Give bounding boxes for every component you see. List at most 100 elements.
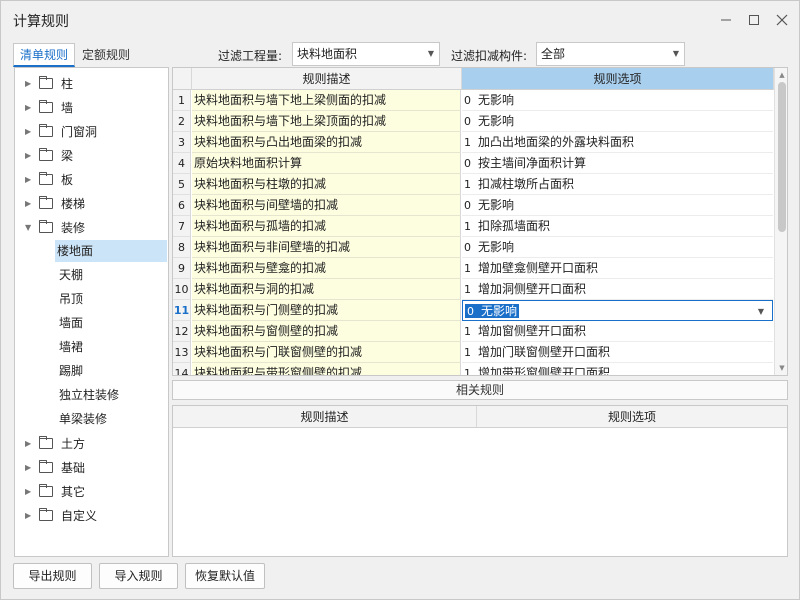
rule-option-cell[interactable]: 1 扣减柱墩所占面积 <box>462 174 773 195</box>
related-header-rule-desc[interactable]: 规则描述 <box>173 406 477 428</box>
rule-description-cell: 块料地面积与洞的扣减 <box>192 279 461 300</box>
rule-option-text: 增加门联窗侧壁开口面积 <box>478 345 611 359</box>
related-rules-grid: 规则描述 规则选项 <box>172 405 788 557</box>
tree-item-floor[interactable]: 楼地面 <box>55 240 167 262</box>
tree-item-suspended-ceiling[interactable]: 吊顶 <box>57 288 83 310</box>
tree-folder-stair[interactable]: ▶ 楼梯 <box>15 192 85 214</box>
column-header-rule-option[interactable]: 规则选项 <box>462 68 774 90</box>
tree-item-column-finish[interactable]: 独立柱装修 <box>57 384 119 406</box>
tree-item-skirting[interactable]: 踢脚 <box>57 360 83 382</box>
rule-option-value: 0 无影响 <box>465 304 520 318</box>
tree-item-wall-surface[interactable]: 墙面 <box>57 312 83 334</box>
tree-folder-label: 装修 <box>61 220 86 235</box>
maximize-icon[interactable] <box>743 9 765 31</box>
rule-description-cell: 块料地面积与壁龛的扣减 <box>192 258 461 279</box>
rule-option-code: 0 <box>464 157 471 170</box>
rule-description-cell: 块料地面积与非间壁墙的扣减 <box>192 237 461 258</box>
rule-option-cell[interactable]: 0 按主墙间净面积计算 <box>462 153 773 174</box>
rule-option-text: 增加窗侧壁开口面积 <box>478 324 587 338</box>
collapse-arrow-icon[interactable]: ▼ <box>25 223 35 232</box>
rule-description-cell: 块料地面积与墙下地上梁顶面的扣减 <box>192 111 461 132</box>
column-header-rule-desc[interactable]: 规则描述 <box>192 68 462 90</box>
tree-folder-other[interactable]: ▶ 其它 <box>15 480 85 502</box>
rule-option-cell[interactable]: 1 增加窗侧壁开口面积 <box>462 321 773 342</box>
expand-arrow-icon[interactable]: ▶ <box>25 151 35 160</box>
rules-grid: 规则描述 规则选项 1 块料地面积与墙下地上梁侧面的扣减 0 无影响 2 块料地面积与墙下… <box>172 67 788 376</box>
rule-option-text: 增加带形窗侧壁开口面积 <box>478 366 611 376</box>
scroll-down-icon[interactable]: ▼ <box>775 362 787 374</box>
rule-option-text: 扣除孤墙面积 <box>478 219 551 233</box>
expand-arrow-icon[interactable]: ▶ <box>25 487 35 496</box>
related-rules-toggle[interactable]: 相关规则 <box>172 380 788 400</box>
row-number: 7 <box>173 216 191 237</box>
deduct-filter-select[interactable]: 全部 ▼ <box>536 42 685 66</box>
import-rules-button[interactable]: 导入规则 <box>99 563 178 589</box>
tree-folder-label: 自定义 <box>61 508 98 523</box>
tree-folder-label: 基础 <box>61 460 86 475</box>
rule-description-cell: 块料地面积与凸出地面梁的扣减 <box>192 132 461 153</box>
tree-folder-door-window[interactable]: ▶ 门窗洞 <box>15 120 97 142</box>
expand-arrow-icon[interactable]: ▶ <box>25 199 35 208</box>
scroll-up-icon[interactable]: ▲ <box>775 69 787 81</box>
expand-arrow-icon[interactable]: ▶ <box>25 175 35 184</box>
restore-defaults-button[interactable]: 恢复默认值 <box>185 563 265 589</box>
rule-option-value: 1 增加壁龛侧壁开口面积 <box>464 261 598 275</box>
rule-option-value: 1 扣除孤墙面积 <box>464 219 550 233</box>
tree-folder-earthwork[interactable]: ▶ 土方 <box>15 432 85 454</box>
rule-option-code: 1 <box>464 136 471 149</box>
tree-item-ceiling[interactable]: 天棚 <box>57 264 83 286</box>
rule-option-text: 无影响 <box>478 93 515 107</box>
tree-folder-slab[interactable]: ▶ 板 <box>15 168 73 190</box>
rule-option-cell[interactable]: 0 无影响 <box>462 90 773 111</box>
rule-option-dropdown[interactable]: 0 无影响 ▼ <box>462 300 773 321</box>
tree-folder-custom[interactable]: ▶ 自定义 <box>15 504 97 526</box>
rule-option-cell[interactable]: 1 扣除孤墙面积 <box>462 216 773 237</box>
tree-item-beam-finish[interactable]: 单梁装修 <box>57 408 107 430</box>
rule-option-cell[interactable]: 1 增加门联窗侧壁开口面积 <box>462 342 773 363</box>
rule-option-value: 1 扣减柱墩所占面积 <box>464 177 574 191</box>
rule-description-cell: 块料地面积与柱墩的扣减 <box>192 174 461 195</box>
grid-scrollbar[interactable]: ▲ ▼ <box>774 68 787 375</box>
rule-option-value: 0 无影响 <box>464 198 514 212</box>
rule-option-cell[interactable]: 1 增加壁龛侧壁开口面积 <box>462 258 773 279</box>
dialog-title: 计算规则 <box>13 14 69 30</box>
tree-folder-beam[interactable]: ▶ 梁 <box>15 144 73 166</box>
rule-option-text: 增加洞侧壁开口面积 <box>478 282 587 296</box>
rule-option-cell[interactable]: 1 增加洞侧壁开口面积 <box>462 279 773 300</box>
rule-option-cell[interactable]: 1 增加带形窗侧壁开口面积 <box>462 363 773 376</box>
rule-option-text: 扣减柱墩所占面积 <box>478 177 575 191</box>
export-rules-button[interactable]: 导出规则 <box>13 563 92 589</box>
folder-icon <box>39 459 53 473</box>
rule-option-cell[interactable]: 0 无影响 <box>462 237 773 258</box>
expand-arrow-icon[interactable]: ▶ <box>25 103 35 112</box>
chevron-down-icon[interactable]: ▼ <box>758 301 764 322</box>
row-number: 13 <box>173 342 191 363</box>
tree-folder-foundation[interactable]: ▶ 基础 <box>15 456 85 478</box>
expand-arrow-icon[interactable]: ▶ <box>25 439 35 448</box>
folder-icon <box>39 75 53 89</box>
tree-folder-wall[interactable]: ▶ 墙 <box>15 96 73 118</box>
folder-icon <box>39 195 53 209</box>
tab-list-rules[interactable]: 清单规则 <box>13 43 76 67</box>
rule-option-cell[interactable]: 0 无影响 <box>462 111 773 132</box>
calc-rules-dialog: 计算规则 清单规则 定额规则 过滤工程量: 块料地面积 ▼ 过滤扣减构件: 全部… <box>0 0 800 600</box>
close-icon[interactable] <box>771 9 793 31</box>
tree-folder-decoration[interactable]: ▼ 装修 <box>15 216 85 238</box>
tree-item-dado[interactable]: 墙裙 <box>57 336 83 358</box>
expand-arrow-icon[interactable]: ▶ <box>25 463 35 472</box>
expand-arrow-icon[interactable]: ▶ <box>25 127 35 136</box>
rule-option-cell[interactable]: 1 加凸出地面梁的外露块料面积 <box>462 132 773 153</box>
related-header-rule-option[interactable]: 规则选项 <box>477 406 787 428</box>
minimize-icon[interactable] <box>715 9 737 31</box>
deduct-filter-value: 全部 <box>541 47 566 61</box>
scroll-thumb[interactable] <box>778 82 786 232</box>
expand-arrow-icon[interactable]: ▶ <box>25 511 35 520</box>
rule-option-cell[interactable]: 0 无影响 <box>462 195 773 216</box>
rule-option-code: 0 <box>464 94 471 107</box>
project-filter-select[interactable]: 块料地面积 ▼ <box>292 42 440 66</box>
tree-folder-label: 墙 <box>61 100 74 115</box>
tree-folder-column[interactable]: ▶ 柱 <box>15 72 73 94</box>
row-number: 6 <box>173 195 191 216</box>
tab-quota-rules[interactable]: 定额规则 <box>75 43 137 67</box>
expand-arrow-icon[interactable]: ▶ <box>25 79 35 88</box>
